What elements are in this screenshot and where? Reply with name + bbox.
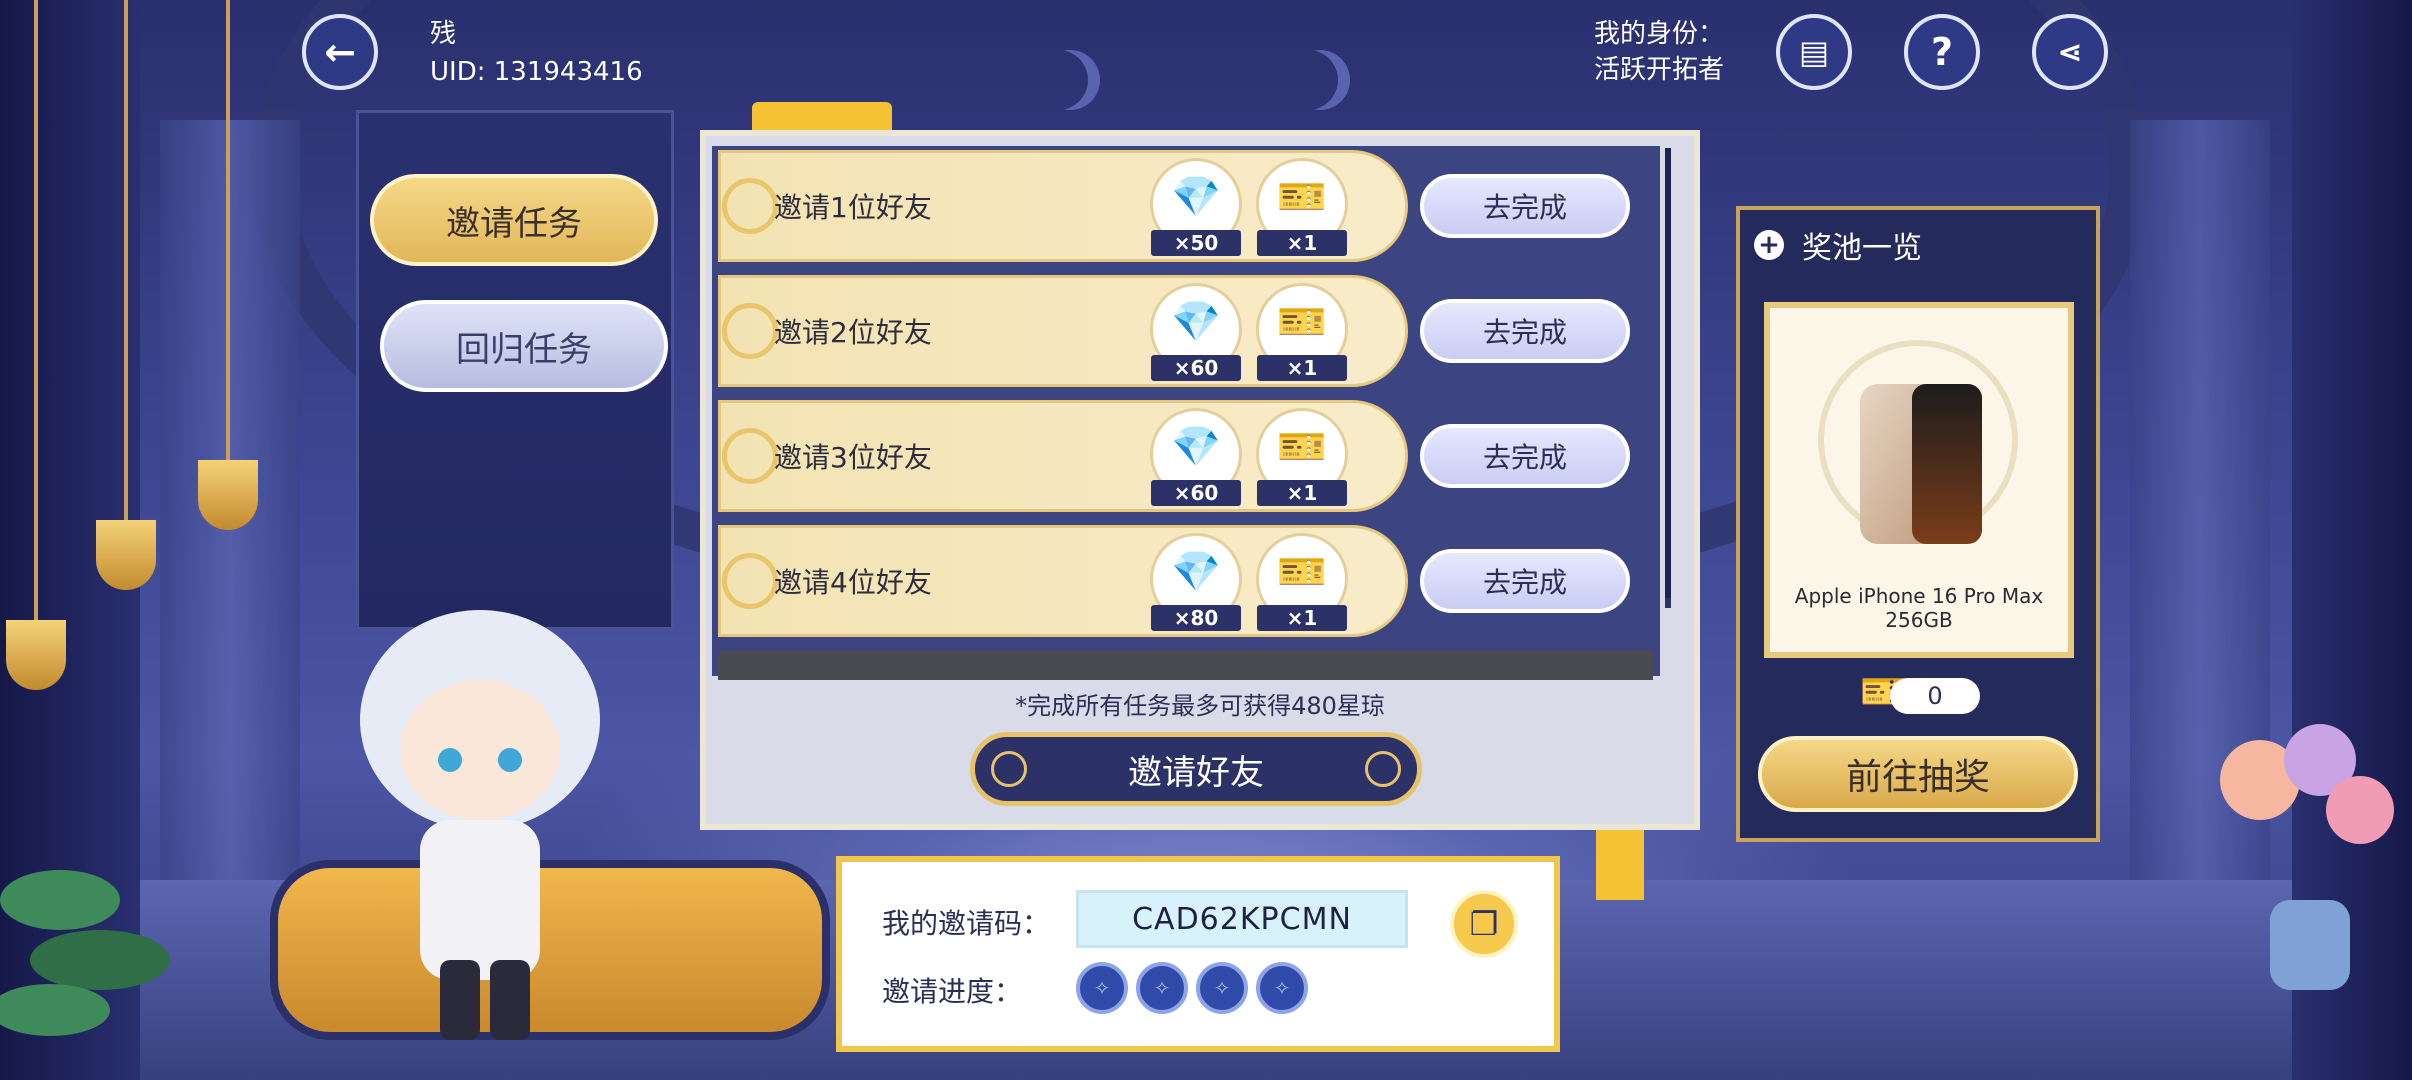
stellar-jade-icon: 💎	[1171, 549, 1221, 595]
iphone-screen-image	[1912, 384, 1982, 544]
back-button[interactable]: ←	[302, 14, 378, 90]
board-tab-marker	[752, 102, 892, 132]
lamp-chain	[34, 0, 38, 620]
tab-return-tasks[interactable]: 回归任务	[380, 300, 668, 392]
share-icon: ⋖	[2057, 34, 2083, 70]
reward-qty: ×80	[1151, 605, 1241, 631]
pass-ticket-icon: 🎫	[1277, 424, 1327, 470]
plus-icon: +	[1754, 230, 1784, 260]
max-reward-note: *完成所有任务最多可获得480星琼	[1015, 692, 1385, 720]
go-complete-button[interactable]: 去完成	[1420, 174, 1630, 238]
moon-ornament-icon	[1040, 50, 1100, 110]
records-button[interactable]: ▤	[1776, 14, 1852, 90]
arrow-left-icon: ←	[324, 30, 356, 74]
stellar-jade-icon: 💎	[1171, 299, 1221, 345]
prize-pool-header[interactable]: + 奖池一览	[1736, 210, 2100, 280]
identity-label: 我的身份：	[1594, 19, 1725, 49]
ring-ornament-icon	[991, 751, 1027, 787]
task-row: 邀请4位好友 💎 ×80 🎫 ×1 去完成	[718, 525, 1653, 637]
progress-slot-empty: ✧	[1076, 962, 1128, 1014]
invite-friends-label: 邀请好友	[1128, 752, 1264, 793]
stellar-jade-icon: 💎	[1171, 174, 1221, 220]
pass-ticket-icon: 🎫	[1277, 299, 1327, 345]
reward-qty: ×1	[1257, 480, 1347, 506]
flower-vase-illustration	[2220, 724, 2394, 990]
help-button[interactable]: ?	[1904, 14, 1980, 90]
invite-code-value[interactable]: CAD62KPCMN	[1076, 890, 1408, 948]
ticket-count: 0	[1890, 678, 1980, 714]
invite-code-panel	[836, 856, 1560, 1052]
tab-invite-tasks[interactable]: 邀请任务	[370, 174, 658, 266]
reward-qty: ×50	[1151, 230, 1241, 256]
go-complete-button[interactable]: 去完成	[1420, 549, 1630, 613]
task-label: 邀请3位好友	[774, 441, 932, 474]
moon-ornament-icon	[1290, 50, 1350, 110]
progress-slot-empty: ✧	[1196, 962, 1248, 1014]
task-row: 邀请3位好友 💎 ×60 🎫 ×1 去完成	[718, 400, 1653, 512]
task-label: 邀请2位好友	[774, 316, 932, 349]
pass-ticket-icon: 🎫	[1277, 549, 1327, 595]
task-row: 邀请1位好友 💎 ×50 🎫 ×1 去完成	[718, 150, 1653, 262]
go-complete-button[interactable]: 去完成	[1420, 424, 1630, 488]
sun-ornament-icon	[722, 428, 778, 484]
identity-value: 活跃开拓者	[1594, 55, 1725, 85]
sun-ornament-icon	[722, 178, 778, 234]
hanging-lamp-icon	[198, 460, 258, 530]
task-list-scrollbar-thumb[interactable]	[1665, 148, 1671, 598]
reward-qty: ×1	[1257, 230, 1347, 256]
reward-qty: ×60	[1151, 480, 1241, 506]
prize-pool-title: 奖池一览	[1802, 231, 1922, 266]
task-label: 邀请1位好友	[774, 191, 932, 224]
lamp-chain	[124, 0, 128, 520]
hanging-lamp-icon	[6, 620, 66, 690]
stellar-jade-icon: 💎	[1171, 424, 1221, 470]
lamp-chain	[226, 0, 230, 460]
character-illustration	[360, 610, 600, 1040]
go-draw-button[interactable]: 前往抽奖	[1758, 736, 2078, 812]
task-label: 邀请4位好友	[774, 566, 932, 599]
progress-slot-empty: ✧	[1256, 962, 1308, 1014]
hanging-lamp-icon	[96, 520, 156, 590]
reward-qty: ×60	[1151, 355, 1241, 381]
copy-code-button[interactable]: ❐	[1450, 890, 1518, 958]
invite-progress-label: 邀请进度：	[882, 975, 1023, 1008]
reward-qty: ×1	[1257, 355, 1347, 381]
task-row-partial	[718, 650, 1653, 680]
clipboard-icon: ▤	[1798, 33, 1830, 71]
ring-ornament-icon	[1365, 751, 1401, 787]
sun-ornament-icon	[722, 303, 778, 359]
progress-slot-empty: ✧	[1136, 962, 1188, 1014]
share-button[interactable]: ⋖	[2032, 14, 2108, 90]
task-row: 邀请2位好友 💎 ×60 🎫 ×1 去完成	[718, 275, 1653, 387]
reward-qty: ×1	[1257, 605, 1347, 631]
player-name: 残	[430, 19, 457, 49]
go-complete-button[interactable]: 去完成	[1420, 299, 1630, 363]
pass-ticket-icon: 🎫	[1277, 174, 1327, 220]
copy-icon: ❐	[1469, 905, 1499, 943]
sun-ornament-icon	[722, 553, 778, 609]
bookmark-ribbon	[1596, 830, 1644, 900]
invite-code-label: 我的邀请码：	[882, 907, 1051, 940]
prize-name: Apple iPhone 16 Pro Max 256GB	[1794, 584, 2044, 632]
question-icon: ?	[1930, 30, 1954, 74]
invite-friends-button[interactable]: 邀请好友	[970, 732, 1422, 806]
player-uid: UID: 131943416	[430, 57, 643, 87]
potted-plant-illustration	[0, 870, 170, 1036]
